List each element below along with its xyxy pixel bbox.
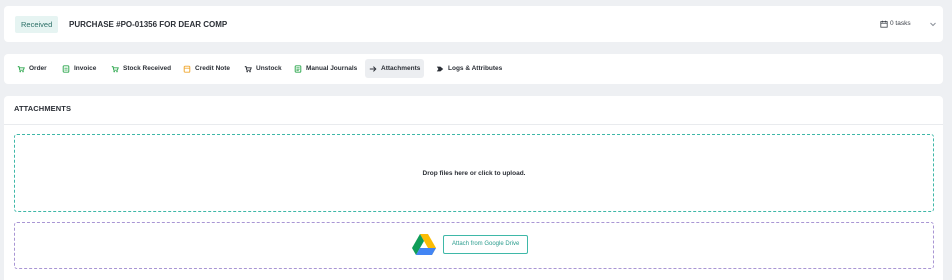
credit-note-icon: [183, 65, 191, 73]
attachments-title: ATTACHMENTS: [14, 104, 72, 113]
header-card: Received PURCHASE #PO-01356 FOR DEAR COM…: [4, 6, 943, 42]
journal-icon: [294, 64, 302, 73]
tab-credit-note-label: Credit Note: [195, 65, 231, 72]
tab-order[interactable]: Order: [13, 59, 51, 78]
divider: [4, 124, 943, 125]
arrow-right-icon: [369, 65, 377, 72]
cart-icon: [244, 65, 252, 72]
invoice-icon: [62, 64, 70, 73]
attach-google-drive-button[interactable]: Attach from Google Drive: [443, 235, 529, 254]
tab-unstock[interactable]: Unstock: [240, 59, 286, 78]
tab-invoice[interactable]: Invoice: [58, 59, 100, 78]
tab-manual-journals[interactable]: Manual Journals: [290, 59, 361, 78]
tasks-label: 0 tasks: [890, 20, 911, 27]
tab-stock-received[interactable]: Stock Received: [107, 59, 175, 78]
google-drive-icon: [412, 234, 436, 255]
tab-attachments-label: Attachments: [381, 65, 421, 72]
calendar-icon: [880, 20, 888, 28]
tab-logs-attributes-label: Logs & Attributes: [448, 65, 503, 72]
tab-manual-journals-label: Manual Journals: [306, 65, 358, 72]
tab-attachments[interactable]: Attachments: [365, 59, 425, 78]
chevron-down-icon[interactable]: [928, 19, 938, 29]
dropzone-text: Drop files here or click to upload.: [422, 169, 526, 177]
file-dropzone[interactable]: Drop files here or click to upload.: [14, 134, 934, 212]
tab-unstock-label: Unstock: [256, 65, 282, 72]
attachments-panel: ATTACHMENTS Drop files here or click to …: [4, 96, 943, 280]
tab-logs-attributes[interactable]: Logs & Attributes: [432, 59, 506, 78]
tag-icon: [436, 66, 444, 71]
tab-order-label: Order: [29, 65, 47, 72]
cart-icon: [111, 65, 119, 72]
page-title: PURCHASE #PO-01356 FOR DEAR COMP: [69, 20, 228, 29]
tab-invoice-label: Invoice: [74, 65, 97, 72]
google-drive-zone: Attach from Google Drive: [14, 222, 934, 269]
tab-credit-note[interactable]: Credit Note: [179, 59, 234, 78]
tasks-button[interactable]: 0 tasks: [880, 18, 911, 30]
tab-stock-received-label: Stock Received: [123, 65, 172, 72]
status-badge: Received: [15, 16, 59, 33]
tab-bar: Order Invoice Stock Received Credit Note…: [4, 54, 943, 84]
cart-icon: [17, 65, 25, 72]
